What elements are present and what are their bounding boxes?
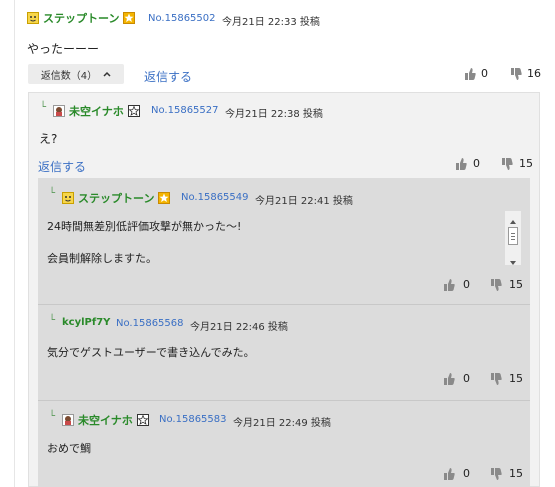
star-badge-icon [123, 12, 136, 24]
reply2-date: 今月21日 22:41 投稿 [255, 196, 353, 207]
reply2-upvote-count: 0 [463, 278, 470, 291]
star-badge-icon [158, 192, 171, 204]
thumb-down-icon[interactable] [510, 68, 522, 80]
downvote-count: 16 [527, 67, 541, 80]
reply3: └ kcylPf7Y No.15865568 今月21日 22:46 投稿 気分… [38, 305, 530, 400]
post-date: 今月21日 22:33 投稿 [222, 17, 320, 28]
reply2-author-name[interactable]: ステップトーン [78, 190, 154, 206]
reply2-number[interactable]: No.15865549 [181, 192, 249, 203]
thumb-down-icon[interactable] [490, 468, 502, 480]
reply-count-toggle[interactable]: 返信数（4） [28, 64, 124, 84]
reply4: └ 未空イナホ No.15865583 今月21日 22:49 投稿 おめで鯛 … [38, 401, 530, 487]
reply4-author-name[interactable]: 未空イナホ [78, 412, 133, 428]
reply3-author-name[interactable]: kcylPf7Y [62, 317, 110, 328]
star-badge-icon [136, 414, 149, 426]
thumb-up-icon[interactable] [443, 467, 455, 480]
reply1-reply-button[interactable]: 返信する [38, 158, 86, 175]
reply-panel-level1: └ 未空イナホ No.15865527 今月21日 22:38 投稿 え? 返信… [28, 92, 540, 487]
reply-panel-level2: └ ステップトーン No.15865549 今月21日 22:41 投稿 24時… [38, 178, 530, 487]
reply2-downvote-count: 15 [509, 278, 523, 291]
post-number[interactable]: No.15865502 [148, 13, 216, 24]
scroll-thumb[interactable] [508, 227, 518, 245]
reply1-number[interactable]: No.15865527 [151, 105, 219, 116]
reply2-body-line2: 会員制解除しますた。 [47, 252, 157, 265]
avatar-icon [62, 414, 74, 426]
avatar-icon [53, 105, 65, 117]
reply4-number[interactable]: No.15865583 [159, 414, 227, 425]
thumb-down-icon[interactable] [501, 158, 513, 170]
user-face-icon [62, 192, 74, 204]
reply4-upvote-count: 0 [463, 467, 470, 480]
reply-button[interactable]: 返信する [144, 68, 192, 85]
user-face-icon [27, 12, 39, 24]
scroll-down-arrow-icon[interactable] [509, 255, 517, 269]
reply3-date: 今月21日 22:46 投稿 [190, 322, 288, 333]
reply1-author-name[interactable]: 未空イナホ [69, 103, 124, 119]
reply4-date: 今月21日 22:49 投稿 [233, 418, 331, 429]
reply4-body: おめで鯛 [47, 442, 91, 455]
reply3-number[interactable]: No.15865568 [116, 318, 184, 329]
reply2: └ ステップトーン No.15865549 今月21日 22:41 投稿 24時… [38, 178, 530, 304]
reply3-body: 気分でゲストユーザーで書き込んでみた。 [47, 346, 255, 359]
reply2-body-line1: 24時間無差別低評価攻撃が無かった～! [47, 220, 242, 233]
corner-icon: └ [49, 315, 56, 326]
thumb-up-icon[interactable] [443, 278, 455, 291]
thumb-up-icon[interactable] [464, 67, 476, 80]
body-scrollbar[interactable] [505, 211, 521, 265]
star-badge-icon [127, 105, 140, 117]
reply3-downvote-count: 15 [509, 372, 523, 385]
post-body: やったーーー [27, 42, 100, 56]
reply3-upvote-count: 0 [463, 372, 470, 385]
reply1-upvote-count: 0 [473, 157, 480, 170]
reply1-date: 今月21日 22:38 投稿 [225, 109, 323, 120]
scroll-up-arrow-icon[interactable] [509, 214, 517, 228]
chevron-up-icon [103, 69, 111, 80]
reply1-body: え? [39, 132, 58, 146]
corner-icon: └ [49, 411, 56, 422]
upvote-count: 0 [481, 67, 488, 80]
reply-count-label: 返信数（4） [40, 70, 98, 82]
thumb-up-icon[interactable] [443, 372, 455, 385]
reply4-downvote-count: 15 [509, 467, 523, 480]
post-author-name[interactable]: ステップトーン [43, 10, 119, 26]
thumb-down-icon[interactable] [490, 279, 502, 291]
root-post: ステップトーン No.15865502 今月21日 22:33 投稿 やったーー… [15, 0, 555, 92]
corner-icon: └ [40, 102, 47, 113]
thumb-up-icon[interactable] [455, 157, 467, 170]
reply1-downvote-count: 15 [519, 157, 533, 170]
corner-icon: └ [49, 188, 56, 199]
thumb-down-icon[interactable] [490, 373, 502, 385]
